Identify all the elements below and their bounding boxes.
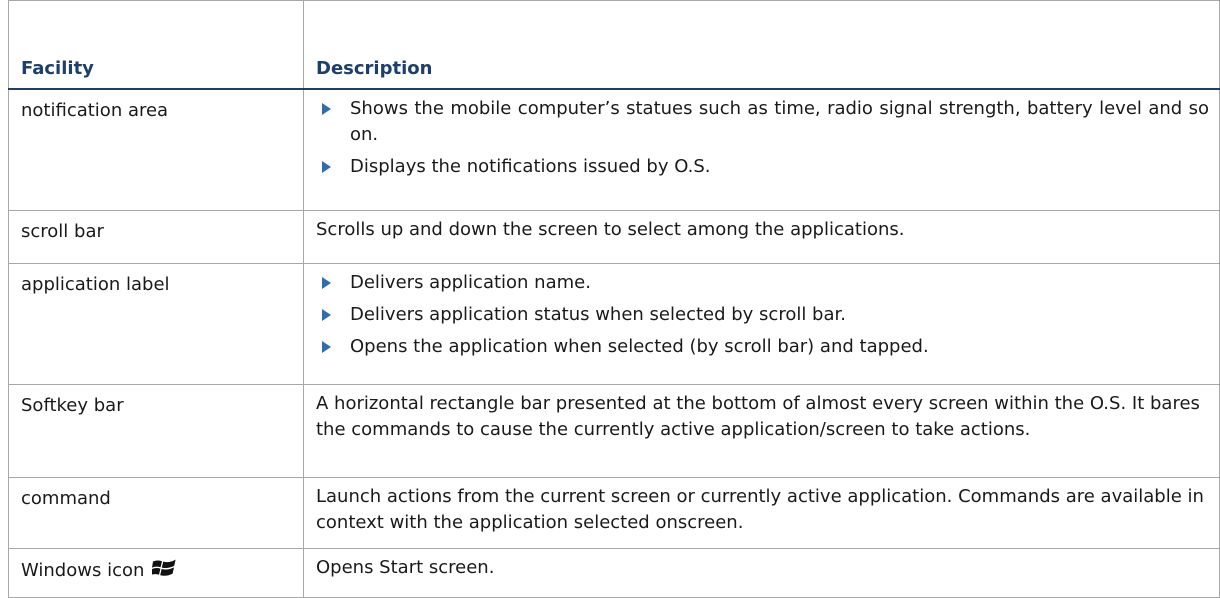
list-item: Delivers application status when selecte… (316, 302, 1209, 328)
facility-cell: notification area (8, 88, 304, 211)
bullet-triangle-icon (322, 309, 331, 321)
list-item: Shows the mobile computer’s statues such… (316, 96, 1209, 148)
description-text: A horizontal rectangle bar presented at … (316, 393, 1200, 440)
table-row: notification area Shows the mobile compu… (8, 88, 1220, 211)
table-row: application label Delivers application n… (8, 263, 1220, 385)
bullet-triangle-icon (322, 161, 331, 173)
description-cell: Delivers application name. Delivers appl… (303, 263, 1220, 385)
facility-cell: Softkey bar (8, 384, 304, 478)
facility-cell: scroll bar (8, 210, 304, 264)
facility-column-header: Facility (8, 0, 304, 90)
bullet-triangle-icon (322, 277, 331, 289)
list-item: Delivers application name. (316, 270, 1209, 296)
list-item-text: Shows the mobile computer’s statues such… (350, 98, 1209, 145)
description-text: Launch actions from the current screen o… (316, 486, 1204, 533)
description-column-header: Description (303, 0, 1220, 90)
table-header-row: Facility Description (8, 0, 1220, 90)
facility-label: Windows icon (21, 560, 145, 581)
description-cell: Launch actions from the current screen o… (303, 477, 1220, 549)
description-cell: Shows the mobile computer’s statues such… (303, 88, 1220, 211)
description-text: Opens Start screen. (316, 557, 495, 578)
bullet-list: Shows the mobile computer’s statues such… (316, 96, 1209, 180)
facility-table: Facility Description notification area S… (8, 0, 1220, 598)
facility-cell: Windows icon (8, 548, 304, 598)
list-item-text: Opens the application when selected (by … (350, 336, 929, 357)
list-item-text: Delivers application name. (350, 272, 591, 293)
description-cell: Opens Start screen. (303, 548, 1220, 598)
description-text: Scrolls up and down the screen to select… (316, 219, 905, 240)
bullet-triangle-icon (322, 341, 331, 353)
list-item-text: Displays the notifications issued by O.S… (350, 156, 711, 177)
table-row: scroll bar Scrolls up and down the scree… (8, 210, 1220, 264)
list-item-text: Delivers application status when selecte… (350, 304, 846, 325)
table-row: Windows icon Opens Start screen. (8, 548, 1220, 598)
bullet-list: Delivers application name. Delivers appl… (316, 270, 1209, 360)
bullet-triangle-icon (322, 103, 331, 115)
list-item: Displays the notifications issued by O.S… (316, 154, 1209, 180)
list-item: Opens the application when selected (by … (316, 334, 1209, 360)
description-cell: Scrolls up and down the screen to select… (303, 210, 1220, 264)
description-cell: A horizontal rectangle bar presented at … (303, 384, 1220, 478)
windows-logo-icon (151, 557, 176, 587)
facility-cell: application label (8, 263, 304, 385)
facility-cell: command (8, 477, 304, 549)
table-row: command Launch actions from the current … (8, 477, 1220, 549)
table-row: Softkey bar A horizontal rectangle bar p… (8, 384, 1220, 478)
